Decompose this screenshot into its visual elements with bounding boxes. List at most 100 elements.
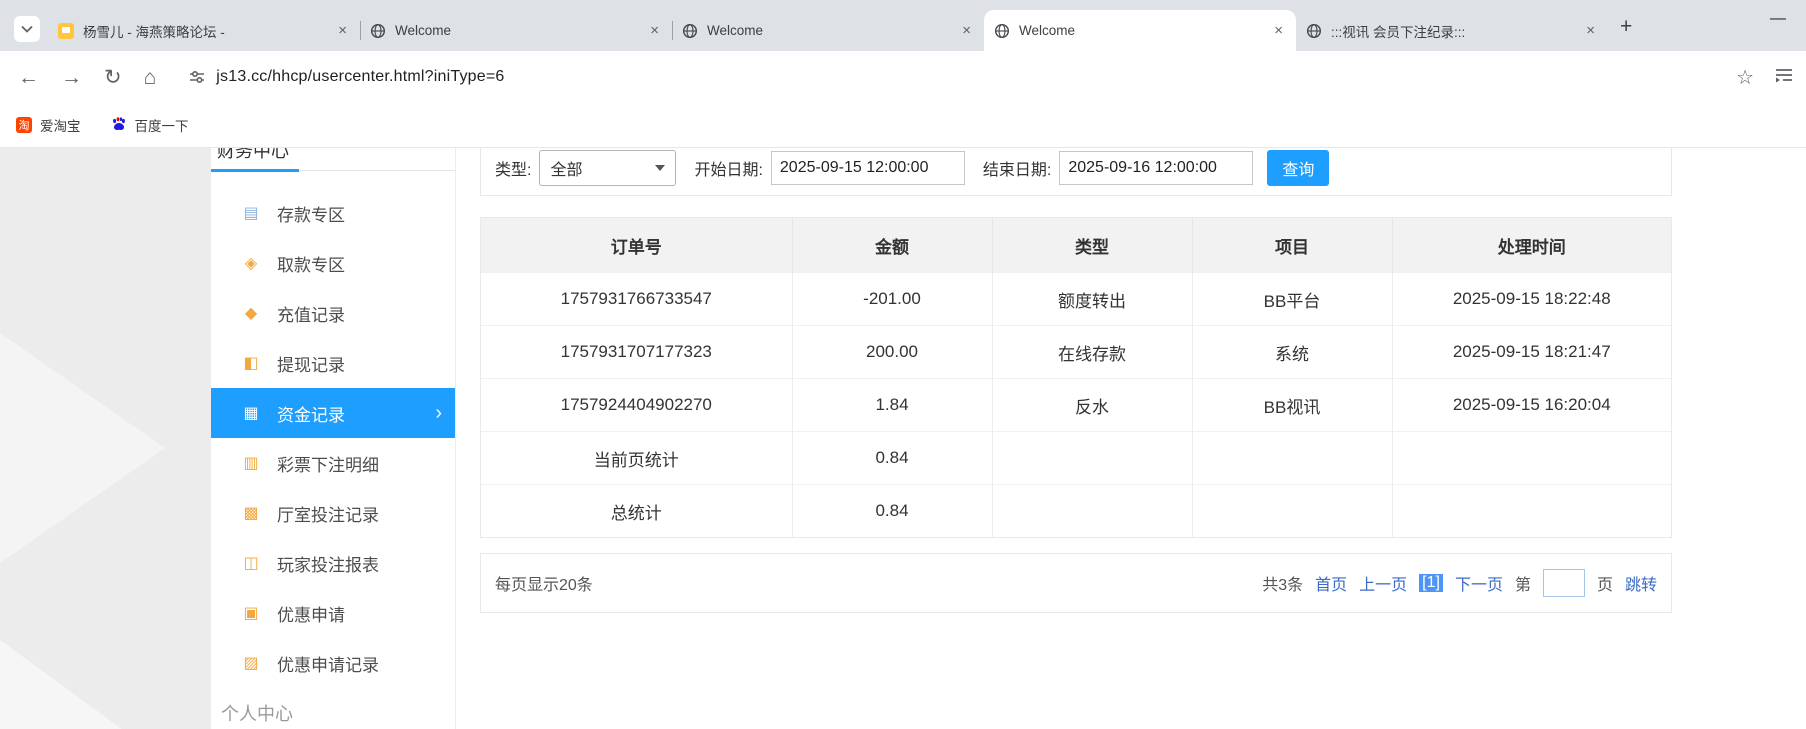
player-report-icon: ◫ (243, 555, 259, 572)
start-date-label: 开始日期: (694, 162, 763, 179)
chevron-down-icon (655, 165, 666, 171)
query-button[interactable]: 查询 (1267, 150, 1330, 186)
sidebar-item-player-bet-report[interactable]: ◫ 玩家投注报表 (211, 538, 455, 588)
table-row-page-stats: 当前页统计 0.84 (481, 431, 1671, 485)
page-jump-input[interactable] (1542, 569, 1585, 597)
table-cell: BB视讯 (1191, 378, 1392, 432)
sidebar-item-label: 取款专区 (277, 255, 345, 275)
address-bar-url[interactable]: js13.cc/hhcp/usercenter.html?iniType=6 (216, 68, 504, 86)
bookmark-item-baidu[interactable]: 百度一下 (111, 115, 189, 135)
baidu-paw-icon (111, 116, 127, 135)
col-process-time: 处理时间 (1391, 218, 1671, 273)
decor-triangle (0, 640, 205, 729)
table-cell: 1757931707177323 (481, 325, 792, 379)
site-info-icon[interactable] (188, 68, 206, 86)
sidebar-item-cashout-record[interactable]: ◧ 提现记录 (211, 338, 455, 388)
bookmark-label: 百度一下 (134, 119, 189, 134)
tab-close-icon[interactable]: × (1583, 22, 1598, 39)
sidebar-item-label: 优惠申请 (277, 605, 345, 625)
tab-forum[interactable]: 杨雪儿 - 海燕策略论坛 - × (48, 10, 360, 51)
col-order-id: 订单号 (481, 218, 792, 273)
tab-welcome-active[interactable]: Welcome × (984, 10, 1296, 51)
reload-button[interactable]: ↻ (104, 67, 122, 88)
end-date-input[interactable] (1059, 151, 1254, 185)
tab-welcome-1[interactable]: Welcome × (360, 10, 672, 51)
browser-window: 杨雪儿 - 海燕策略论坛 - × Welcome × Welcome × Wel… (0, 0, 1806, 729)
lottery-detail-icon: ▥ (243, 455, 259, 472)
bookmark-item-aitaobao[interactable]: 淘 爱淘宝 (16, 115, 81, 135)
jump-prefix-label: 第 (1514, 577, 1531, 594)
type-select[interactable]: 全部 (539, 150, 677, 186)
recharge-record-icon: ◆ (244, 305, 258, 322)
sidebar-item-label: 玩家投注报表 (277, 555, 379, 575)
home-button[interactable]: ⌂ (144, 67, 157, 88)
tab-close-icon[interactable]: × (335, 22, 350, 39)
globe-favicon-icon (1306, 23, 1322, 39)
sidebar-header-underline (211, 169, 299, 172)
new-tab-button[interactable]: + (1620, 16, 1632, 37)
tab-search-button[interactable] (14, 16, 40, 42)
table-cell: 在线存款 (991, 325, 1192, 379)
sidebar-item-recharge-record[interactable]: ◆ 充值记录 (211, 288, 455, 338)
type-select-value: 全部 (550, 162, 583, 179)
sidebar-section-personal-center[interactable]: 个人中心 (221, 700, 293, 726)
first-page-link[interactable]: 首页 (1315, 571, 1347, 595)
globe-favicon-icon (682, 23, 698, 39)
table-row: 1757931766733547 -201.00 额度转出 BB平台 2025-… (481, 272, 1671, 326)
pagination-controls: 共3条 首页 上一页 [1] 下一页 第 页 跳转 (1262, 569, 1657, 597)
tab-welcome-2[interactable]: Welcome × (672, 10, 984, 51)
promo-record-icon: ▨ (243, 655, 259, 672)
records-table: 订单号 金额 类型 项目 处理时间 1757931766733547 -201.… (481, 218, 1671, 537)
tab-title: Welcome (395, 23, 452, 38)
sidebar-header: 财务中心 (211, 148, 455, 172)
forward-button[interactable]: → (61, 67, 82, 88)
table-cell: 1757924404902270 (481, 378, 792, 432)
table-row-total-stats: 总统计 0.84 (481, 484, 1671, 537)
sidebar-item-label: 资金记录 (277, 405, 345, 425)
start-date-input[interactable] (770, 151, 965, 185)
tab-title: 杨雪儿 - 海燕策略论坛 - (83, 24, 225, 40)
tab-title: Welcome (1019, 23, 1076, 38)
window-minimize-button[interactable]: — (1770, 10, 1786, 28)
sidebar-item-lottery-bet-detail[interactable]: ▥ 彩票下注明细 (211, 438, 455, 488)
jump-button[interactable]: 跳转 (1625, 571, 1657, 595)
table-cell: 2025-09-15 16:20:04 (1391, 378, 1671, 432)
records-table-container: 订单号 金额 类型 项目 处理时间 1757931766733547 -201.… (480, 217, 1672, 538)
sidebar-item-promo-record[interactable]: ▨ 优惠申请记录 (211, 638, 455, 688)
funds-record-icon: ▦ (243, 405, 259, 422)
sidebar-item-withdraw-zone[interactable]: ◈ 取款专区 (211, 238, 455, 288)
cashout-record-icon: ◧ (243, 355, 259, 372)
tab-video-bet-record[interactable]: :::视讯 会员下注纪录::: × (1296, 10, 1608, 51)
total-count-text: 共3条 (1262, 577, 1304, 594)
tab-strip: 杨雪儿 - 海燕策略论坛 - × Welcome × Welcome × Wel… (0, 0, 1806, 51)
sidebar-item-label: 优惠申请记录 (277, 655, 379, 675)
next-page-link[interactable]: 下一页 (1455, 571, 1503, 595)
current-page-indicator[interactable]: [1] (1419, 574, 1443, 592)
jump-suffix-label: 页 (1596, 577, 1613, 594)
tab-close-icon[interactable]: × (1271, 22, 1286, 39)
tab-close-icon[interactable]: × (647, 22, 662, 39)
withdraw-coins-icon: ◈ (244, 255, 258, 272)
sidebar-item-deposit-zone[interactable]: ▤ 存款专区 (211, 188, 455, 238)
globe-favicon-icon (994, 23, 1010, 39)
table-cell (1391, 484, 1671, 537)
back-button[interactable]: ← (18, 67, 39, 88)
promo-apply-icon: ▣ (243, 605, 259, 622)
sidebar-item-label: 充值记录 (277, 305, 345, 325)
globe-favicon-icon (370, 23, 386, 39)
bookmark-star-icon[interactable]: ☆ (1736, 65, 1754, 90)
sidebar-item-hall-bet-record[interactable]: ▩ 厅室投注记录 (211, 488, 455, 538)
table-row: 1757931707177323 200.00 在线存款 系统 2025-09-… (481, 325, 1671, 379)
sidebar-item-promo-apply[interactable]: ▣ 优惠申请 (211, 588, 455, 638)
main-content: 类型: 全部 开始日期: 结束日期: 查询 订单号 金额 (480, 148, 1672, 613)
prev-page-link[interactable]: 上一页 (1359, 571, 1407, 595)
forum-favicon-icon (58, 22, 74, 39)
side-panel-icon[interactable] (1774, 66, 1794, 89)
decor-triangle (0, 333, 165, 563)
chevron-right-icon: › (435, 401, 442, 424)
tab-close-icon[interactable]: × (959, 22, 974, 39)
sidebar-item-funds-record[interactable]: ▦ 资金记录 › (211, 388, 455, 438)
tab-title: :::视讯 会员下注纪录::: (1331, 24, 1466, 40)
sidebar-menu: ▤ 存款专区 ◈ 取款专区 ◆ 充值记录 ◧ 提现记录 ▦ 资金记录 › ▥ 彩… (211, 171, 455, 688)
page-size-text: 每页显示20条 (495, 577, 593, 594)
